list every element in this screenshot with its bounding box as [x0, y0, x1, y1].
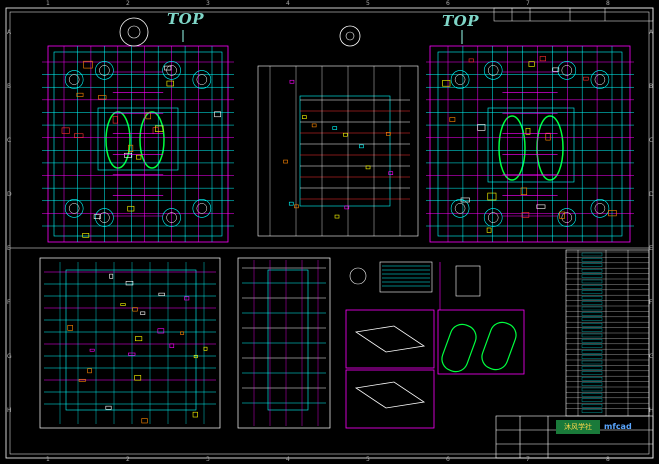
watermark-logo: mfcad [604, 422, 632, 431]
row-marker-h: H [649, 407, 654, 414]
row-marker-f: F [7, 299, 11, 306]
row-marker-h: H [7, 407, 12, 414]
row-marker-e: E [649, 245, 653, 252]
col-marker-4: 4 [286, 456, 290, 463]
col-marker-7: 7 [526, 456, 530, 463]
col-marker-6: 6 [446, 0, 450, 7]
row-marker-c: C [649, 137, 654, 144]
row-marker-c: C [7, 137, 12, 144]
col-marker-3: 3 [206, 0, 210, 7]
col-marker-1: 1 [46, 456, 50, 463]
front-section-view[interactable] [39, 257, 221, 429]
detail-view-small[interactable] [349, 261, 481, 297]
col-marker-2: 2 [126, 456, 130, 463]
cad-drawing-canvas[interactable] [0, 0, 659, 464]
col-marker-4: 4 [286, 0, 290, 7]
row-marker-a: A [7, 29, 12, 36]
top-view-left[interactable] [47, 17, 229, 243]
drawing-outer-frame [5, 7, 654, 459]
col-marker-5: 5 [366, 456, 370, 463]
col-marker-2: 2 [126, 0, 130, 7]
row-marker-d: D [7, 191, 12, 198]
row-marker-d: D [649, 191, 654, 198]
row-marker-f: F [649, 299, 653, 306]
title-strip-top [493, 7, 654, 22]
row-marker-g: G [649, 353, 654, 360]
top-direction-label-right: TOP [442, 12, 480, 30]
col-marker-7: 7 [526, 0, 530, 7]
col-marker-1: 1 [46, 0, 50, 7]
row-marker-e: E [7, 245, 11, 252]
col-marker-3: 3 [206, 456, 210, 463]
col-marker-8: 8 [606, 456, 610, 463]
row-marker-b: B [649, 83, 654, 90]
top-direction-label-left: TOP [167, 10, 205, 28]
col-marker-6: 6 [446, 456, 450, 463]
isometric-view-box[interactable] [345, 309, 525, 429]
col-marker-8: 8 [606, 0, 610, 7]
drawing-inner-frame [9, 11, 650, 455]
col-marker-5: 5 [366, 0, 370, 7]
watermark-stamp: 沐风学社 [556, 420, 600, 434]
row-marker-g: G [7, 353, 12, 360]
side-section-view[interactable] [257, 25, 419, 237]
row-marker-b: B [7, 83, 12, 90]
row-marker-a: A [649, 29, 654, 36]
